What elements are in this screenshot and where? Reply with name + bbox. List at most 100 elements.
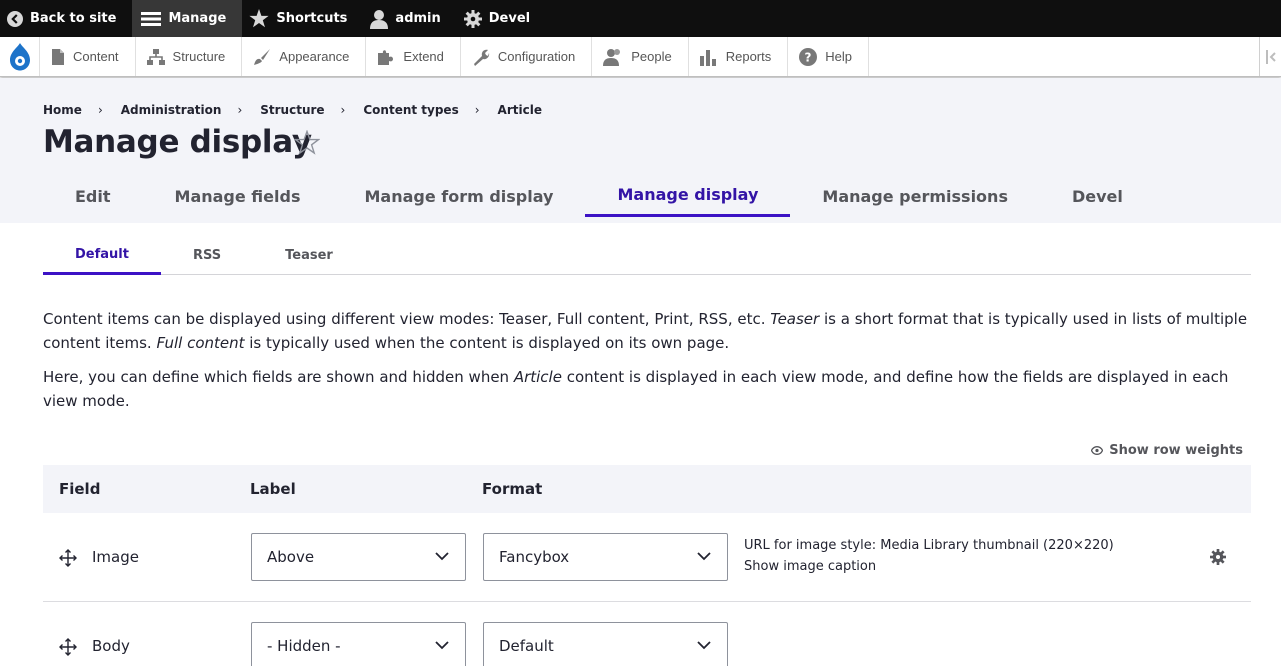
shortcuts-label: Shortcuts (276, 11, 348, 26)
help-icon: ? (799, 47, 818, 66)
tray-content-label: Content (73, 49, 119, 64)
label-select-image[interactable]: Above (251, 533, 466, 581)
format-select-body[interactable]: Default (483, 622, 728, 666)
manage-tab[interactable]: Manage (132, 0, 243, 37)
people-icon (603, 48, 621, 66)
breadcrumb-separator: › (237, 103, 243, 117)
drupal-logo[interactable] (0, 37, 40, 76)
chevron-down-icon (697, 552, 711, 561)
format-select-value: Default (499, 637, 554, 655)
tab-manage-display[interactable]: Manage display (585, 175, 791, 217)
subtab-default[interactable]: Default (43, 236, 161, 275)
subtab-rss[interactable]: RSS (161, 236, 253, 275)
description-paragraph-2: Here, you can define which fields are sh… (43, 365, 1258, 413)
breadcrumb-separator: › (340, 103, 346, 117)
secondary-tabs: Default RSS Teaser (43, 236, 1251, 275)
tab-manage-permissions[interactable]: Manage permissions (790, 175, 1040, 217)
tab-edit[interactable]: Edit (43, 175, 143, 217)
user-tab[interactable]: admin (363, 0, 456, 37)
bar-chart-icon (699, 49, 716, 66)
drag-handle-icon[interactable] (59, 638, 77, 656)
summary-line: Show image caption (744, 559, 877, 574)
tray-help[interactable]: ? Help (788, 37, 869, 76)
drupal-drop-icon (9, 42, 30, 70)
tray-content[interactable]: Content (40, 37, 136, 76)
breadcrumb-home[interactable]: Home (43, 103, 82, 117)
description-emphasis: Article (513, 368, 562, 386)
show-row-weights-label: Show row weights (1109, 443, 1243, 458)
breadcrumb-structure[interactable]: Structure (260, 103, 324, 117)
hamburger-menu-icon (141, 11, 162, 26)
label-select-body[interactable]: - Hidden - (251, 622, 466, 666)
sitemap-icon (146, 48, 165, 65)
admin-tray: Content Structure Appearance Extend Conf… (0, 37, 1281, 77)
back-to-site-link[interactable]: Back to site (0, 0, 132, 37)
admin-toolbar: Back to site Manage Shortcuts admin Deve… (0, 0, 1281, 37)
puzzle-icon (378, 49, 394, 65)
description-paragraph-1: Content items can be displayed using dif… (43, 307, 1258, 355)
tray-people-label: People (631, 49, 672, 64)
star-icon (249, 9, 269, 28)
chevron-down-icon (435, 641, 449, 650)
tab-manage-fields[interactable]: Manage fields (143, 175, 333, 217)
chevron-down-icon (697, 641, 711, 650)
shortcuts-tab[interactable]: Shortcuts (242, 0, 363, 37)
user-label: admin (395, 11, 441, 26)
description-text: is typically used when the content is di… (244, 334, 730, 352)
format-summary: URL for image style: Media Library thumb… (744, 535, 1114, 577)
back-to-site-label: Back to site (30, 11, 117, 26)
tray-appearance[interactable]: Appearance (242, 37, 367, 76)
field-name-body: Body (92, 637, 130, 655)
svg-text:?: ? (805, 50, 812, 64)
tab-manage-form-display[interactable]: Manage form display (332, 175, 585, 217)
format-select-value: Fancybox (499, 548, 570, 566)
tray-extend[interactable]: Extend (366, 37, 461, 76)
breadcrumb-content-types[interactable]: Content types (363, 103, 458, 117)
page-header: Home › Administration › Structure › Cont… (0, 78, 1281, 223)
tray-reports-label: Reports (725, 49, 772, 64)
chevron-down-icon (435, 552, 449, 561)
user-icon (370, 9, 389, 29)
description-emphasis: Teaser (770, 310, 820, 328)
summary-line: URL for image style: Media Library thumb… (744, 538, 1114, 553)
settings-gear-icon[interactable] (1210, 549, 1226, 565)
label-select-value: Above (267, 548, 315, 566)
breadcrumb-separator: › (474, 103, 480, 117)
breadcrumb: Home › Administration › Structure › Cont… (43, 103, 542, 117)
tray-structure[interactable]: Structure (136, 37, 243, 76)
paintbrush-icon (254, 48, 271, 65)
tray-structure-label: Structure (172, 49, 226, 64)
table-row: Body - Hidden - Default (43, 602, 1251, 666)
manage-label: Manage (168, 11, 227, 26)
column-header-label: Label (250, 480, 296, 498)
breadcrumb-administration[interactable]: Administration (121, 103, 222, 117)
description-text: Here, you can define which fields are sh… (43, 368, 514, 386)
tray-help-label: Help (825, 49, 852, 64)
favorite-star-icon[interactable] (294, 130, 320, 155)
primary-tabs: Edit Manage fields Manage form display M… (43, 181, 1155, 223)
breadcrumb-article[interactable]: Article (498, 103, 542, 117)
description-emphasis: Full content (156, 334, 245, 352)
tray-people[interactable]: People (592, 37, 689, 76)
description-text: Content items can be displayed using dif… (43, 310, 771, 328)
devel-tab[interactable]: Devel (457, 0, 546, 37)
wrench-icon (473, 49, 490, 66)
drag-handle-icon[interactable] (59, 549, 77, 567)
page-title: Manage display (43, 124, 312, 160)
format-select-image[interactable]: Fancybox (483, 533, 728, 581)
tray-configuration[interactable]: Configuration (461, 37, 593, 76)
label-select-value: - Hidden - (267, 637, 341, 655)
document-icon (52, 48, 64, 65)
subtab-teaser[interactable]: Teaser (253, 236, 365, 275)
eye-icon (1091, 446, 1104, 455)
tray-configuration-label: Configuration (497, 49, 576, 64)
show-row-weights-button[interactable]: Show row weights (1091, 443, 1243, 458)
collapse-left-icon (1265, 49, 1276, 64)
tray-orientation-toggle[interactable] (1259, 37, 1281, 76)
tray-extend-label: Extend (403, 49, 444, 64)
column-header-field: Field (59, 480, 101, 498)
tray-reports[interactable]: Reports (689, 37, 789, 76)
tab-devel[interactable]: Devel (1040, 175, 1155, 217)
column-header-format: Format (482, 480, 543, 498)
gear-icon (463, 9, 482, 28)
